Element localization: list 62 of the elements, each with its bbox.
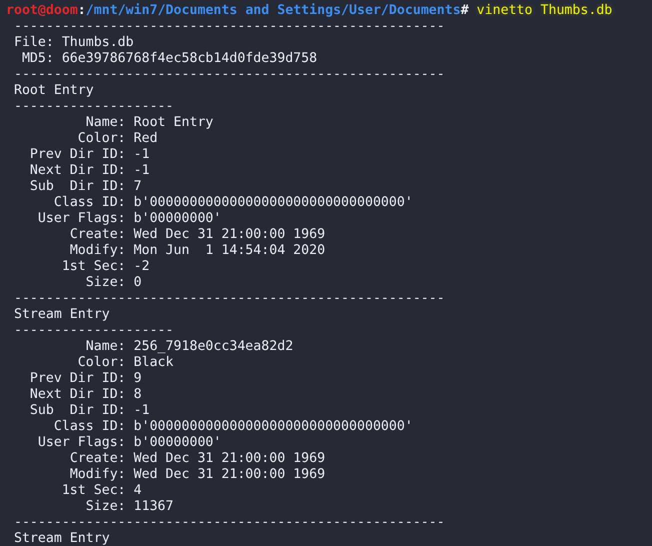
field-label: 1st Sec: xyxy=(60,483,126,499)
field-label: Sub Dir ID: xyxy=(28,179,126,195)
divider-dashes: ------------------------------------------------------ xyxy=(14,67,445,83)
field-value: 0 xyxy=(134,275,142,291)
field-value: -2 xyxy=(134,259,150,275)
field-value: -1 xyxy=(134,147,150,163)
field-label: Color: xyxy=(76,355,126,371)
field-value: b'00000000' xyxy=(134,211,222,227)
field-value: Black xyxy=(134,355,174,371)
field-label: 1st Sec: xyxy=(60,259,126,275)
prompt-user-host: root@doom xyxy=(6,3,78,19)
field-label: Create: xyxy=(68,451,126,467)
field-label: Modify: xyxy=(68,243,126,259)
field-label: Size: xyxy=(84,499,126,515)
field-label: Size: xyxy=(84,275,126,291)
field-label: Class ID: xyxy=(52,419,126,435)
field-label: Name: xyxy=(84,339,126,355)
prompt-path: /mnt/win7/Documents and Settings/User/Documents xyxy=(86,3,461,19)
section-heading: Stream Entry xyxy=(14,531,110,546)
command-text: vinetto Thumbs.db xyxy=(476,3,612,19)
field-value: 66e39786768f4ec58cb14d0fde39d758 xyxy=(62,51,318,67)
field-label: Next Dir ID: xyxy=(28,163,126,179)
section-heading: Root Entry xyxy=(14,83,94,99)
field-value: 7 xyxy=(134,179,142,195)
field-value: Mon Jun 1 14:54:04 2020 xyxy=(134,243,326,259)
field-value: Wed Dec 31 21:00:00 1969 xyxy=(134,451,326,467)
field-value: 9 xyxy=(134,371,142,387)
field-label: File: xyxy=(12,35,54,51)
field-label: Prev Dir ID: xyxy=(28,371,126,387)
divider-dashes: ------------------------------------------------------ xyxy=(14,515,445,531)
field-label: Class ID: xyxy=(52,195,126,211)
field-value: Root Entry xyxy=(134,115,214,131)
field-value: b'00000000000000000000000000000000' xyxy=(134,195,413,211)
field-label: User Flags: xyxy=(36,435,126,451)
field-value: 11367 xyxy=(134,499,174,515)
field-value: 8 xyxy=(134,387,142,403)
field-label: Sub Dir ID: xyxy=(28,403,126,419)
field-value: Wed Dec 31 21:00:00 1969 xyxy=(134,227,326,243)
field-label: Create: xyxy=(68,227,126,243)
field-label: Modify: xyxy=(68,467,126,483)
field-label: Color: xyxy=(76,131,126,147)
field-value: b'00000000' xyxy=(134,435,222,451)
field-label: Next Dir ID: xyxy=(28,387,126,403)
field-label: User Flags: xyxy=(36,211,126,227)
field-value: 256_7918e0cc34ea82d2 xyxy=(134,339,294,355)
divider-dashes: -------------------- xyxy=(14,99,174,115)
field-value: Wed Dec 31 21:00:00 1969 xyxy=(134,467,326,483)
section-heading: Stream Entry xyxy=(14,307,110,323)
prompt-symbol: # xyxy=(460,3,469,19)
field-value: -1 xyxy=(134,403,150,419)
field-value: b'00000000000000000000000000000000' xyxy=(134,419,413,435)
divider-dashes: ------------------------------------------------------ xyxy=(14,291,445,307)
field-value: 4 xyxy=(134,483,142,499)
field-label: Name: xyxy=(84,115,126,131)
divider-dashes: -------------------- xyxy=(14,323,174,339)
field-label: Prev Dir ID: xyxy=(28,147,126,163)
divider-dashes: ------------------------------------------------------ xyxy=(14,19,445,35)
prompt-separator: : xyxy=(78,3,86,19)
field-label: MD5: xyxy=(20,51,54,67)
field-value: -1 xyxy=(134,163,150,179)
field-value: Thumbs.db xyxy=(62,35,134,51)
field-value: Red xyxy=(134,131,158,147)
